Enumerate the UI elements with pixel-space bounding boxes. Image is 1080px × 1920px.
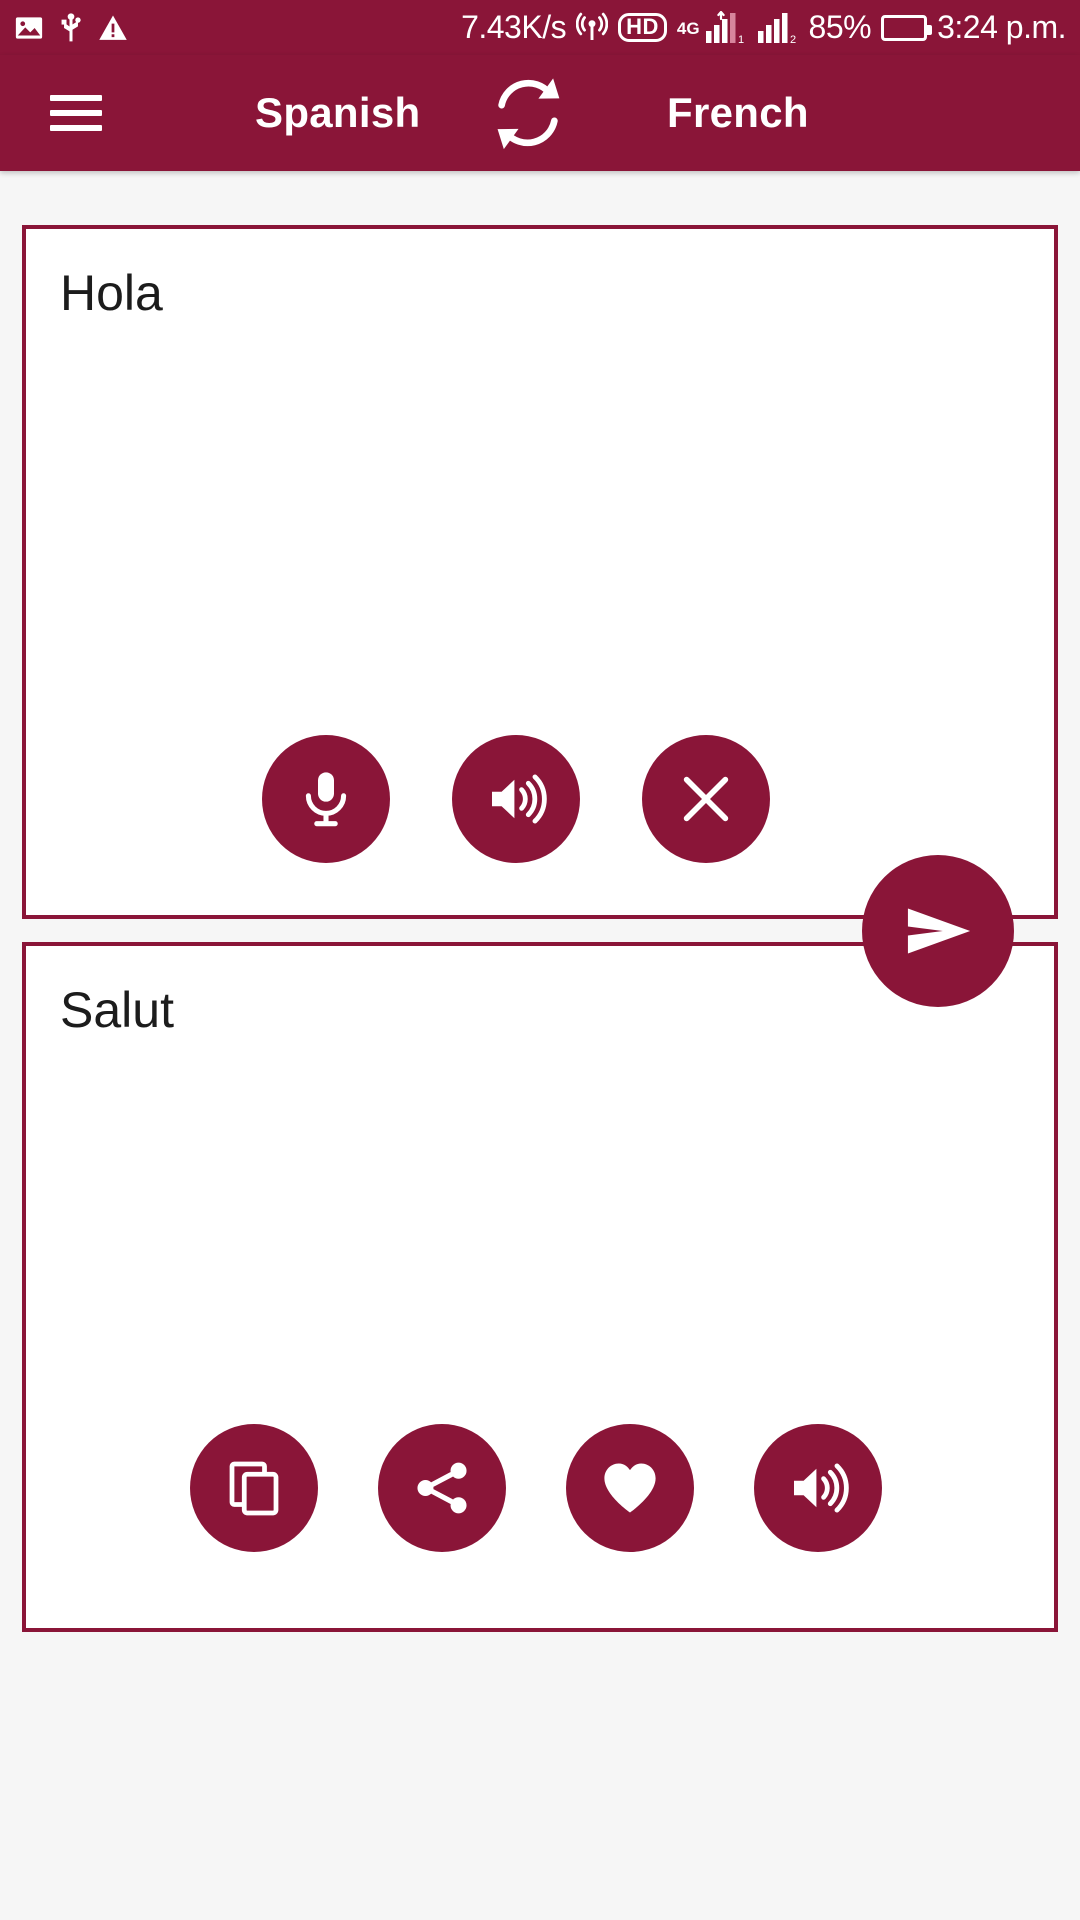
hotspot-icon — [576, 12, 609, 44]
heart-icon — [598, 1456, 662, 1520]
svg-text:2: 2 — [790, 34, 796, 45]
hamburger-bar — [50, 95, 102, 101]
microphone-button[interactable] — [262, 735, 390, 863]
status-bar: 7.43K/s HD 4G 1 2 85% 3:24 p.m. — [0, 0, 1080, 55]
svg-text:1: 1 — [738, 34, 744, 45]
source-text-card[interactable]: Hola — [22, 225, 1058, 919]
microphone-icon — [294, 767, 358, 831]
speak-target-button[interactable] — [754, 1424, 882, 1552]
source-text[interactable]: Hola — [26, 229, 1054, 323]
target-text-card[interactable]: Salut — [22, 942, 1058, 1632]
speaker-icon — [484, 767, 548, 831]
share-icon — [411, 1457, 473, 1519]
send-icon — [897, 890, 979, 972]
network-speed-text: 7.43K/s — [461, 9, 567, 45]
clock-text: 3:24 p.m. — [937, 9, 1066, 45]
hamburger-menu-icon[interactable] — [28, 55, 124, 171]
copy-button[interactable] — [190, 1424, 318, 1552]
send-button[interactable] — [862, 855, 1014, 1007]
battery-full-icon — [881, 14, 933, 41]
hamburger-bar — [50, 110, 102, 116]
speaker-icon — [786, 1456, 850, 1520]
hamburger-bar — [50, 125, 102, 131]
hd-voice-icon: HD — [618, 13, 667, 42]
warning-icon — [98, 13, 128, 43]
source-actions-row — [26, 735, 1054, 863]
status-bar-right-icons: 7.43K/s HD 4G 1 2 85% 3:24 p.m. — [461, 9, 1066, 46]
share-button[interactable] — [378, 1424, 506, 1552]
clear-button[interactable] — [642, 735, 770, 863]
app-bar: Spanish French — [0, 55, 1080, 171]
target-actions-row — [26, 1424, 1054, 1552]
network-generation-label: 4G — [676, 19, 700, 38]
signal-bars-sim1-icon: 1 — [703, 10, 747, 45]
usb-icon — [58, 12, 84, 43]
signal-bars-sim2-icon: 2 — [757, 11, 799, 45]
favorite-button[interactable] — [566, 1424, 694, 1552]
source-language-selector[interactable]: Spanish — [255, 89, 420, 137]
battery-percent-text: 85% — [808, 9, 872, 45]
status-bar-left-icons — [14, 12, 128, 43]
copy-icon — [224, 1458, 284, 1518]
translator-app-screen: 7.43K/s HD 4G 1 2 85% 3:24 p.m. Spanish … — [0, 0, 1080, 1920]
target-language-selector[interactable]: French — [667, 89, 809, 137]
image-icon — [14, 13, 44, 43]
swap-languages-icon[interactable] — [482, 67, 574, 159]
close-icon — [675, 768, 737, 830]
speak-source-button[interactable] — [452, 735, 580, 863]
